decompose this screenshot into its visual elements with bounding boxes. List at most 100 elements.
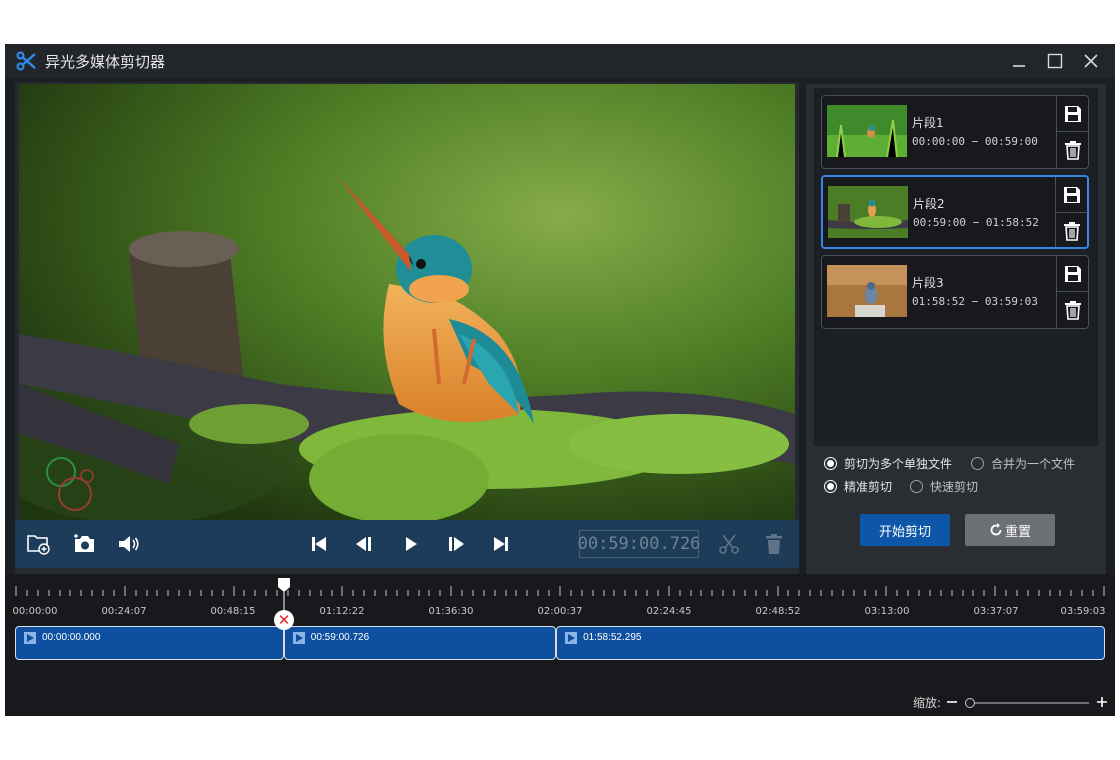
- skip-forward-icon: [494, 537, 508, 551]
- open-folder-button[interactable]: [25, 530, 53, 558]
- ruler-tick-label: 00:00:00: [12, 606, 58, 617]
- skip-back-icon: [312, 537, 326, 551]
- delete-clip-button[interactable]: [1057, 292, 1089, 328]
- add-folder-icon: [27, 535, 50, 555]
- plus-icon: [1097, 696, 1107, 707]
- ruler-tick-label: 01:12:22: [319, 606, 365, 617]
- current-time-display[interactable]: 00:59:00.726: [578, 530, 700, 558]
- timeline: 00:00:00 00:24:07 00:48:15 01:12:22 01:36:30…: [5, 574, 1115, 716]
- zoom-slider[interactable]: [965, 697, 1089, 708]
- save-clip-button[interactable]: [1056, 177, 1088, 213]
- minus-icon: [947, 700, 957, 703]
- save-clip-button[interactable]: [1057, 96, 1089, 132]
- refresh-icon: [990, 523, 1002, 536]
- output-merge-radio[interactable]: 合并为一个文件: [971, 455, 1075, 472]
- trash-icon: [1065, 141, 1081, 160]
- maximize-icon: [1047, 53, 1063, 69]
- step-back-icon: [356, 537, 371, 551]
- clip-range: 00:00:00 − 00:59:00: [912, 135, 1038, 148]
- timeline-ruler[interactable]: 00:00:00 00:24:07 00:48:15 01:12:22 01:36:30…: [12, 582, 1106, 622]
- title-bar: 异光多媒体剪切器: [5, 44, 1115, 78]
- kingfisher-video-image: [19, 84, 795, 520]
- play-button[interactable]: [397, 530, 425, 558]
- volume-button[interactable]: [115, 530, 143, 558]
- ruler-tick-label: 01:36:30: [428, 606, 474, 617]
- clip-thumbnail: [827, 265, 907, 317]
- delete-clip-button[interactable]: [1057, 132, 1089, 168]
- clip-actions: [1056, 256, 1089, 328]
- close-button[interactable]: [1073, 44, 1109, 78]
- timeline-segment[interactable]: 01:58:52.295: [556, 626, 1105, 660]
- skip-to-start-button[interactable]: [305, 530, 333, 558]
- zoom-slider-handle[interactable]: [965, 697, 975, 708]
- start-cut-button[interactable]: 开始剪切: [860, 514, 950, 546]
- output-merge-label: 合并为一个文件: [991, 457, 1076, 471]
- clip-thumbnail: [828, 186, 908, 238]
- timeline-segment[interactable]: 00:00:00.000: [15, 626, 284, 660]
- zoom-label: 缩放:: [912, 696, 941, 710]
- reset-button[interactable]: 重置: [965, 514, 1055, 546]
- clip-item[interactable]: 片段3 01:58:52 − 03:59:03: [821, 255, 1089, 329]
- snapshot-button[interactable]: [70, 530, 98, 558]
- delete-clip-button[interactable]: [1056, 213, 1088, 249]
- mode-fast-radio[interactable]: 快速剪切: [910, 478, 978, 495]
- zoom-control: 缩放:: [913, 694, 1107, 711]
- video-player: 00:59:00.726: [15, 82, 799, 612]
- clip-actions: [1055, 177, 1088, 249]
- video-frame[interactable]: [19, 84, 795, 520]
- clip-thumbnail: [827, 105, 907, 157]
- ruler-tick-label: 03:59:03: [1060, 606, 1106, 617]
- ruler-ticks: [15, 586, 1105, 596]
- segment-start-label: 00:59:00.726: [310, 632, 370, 643]
- zoom-out-button[interactable]: [947, 696, 957, 710]
- cut-button[interactable]: [715, 530, 743, 558]
- prev-frame-button[interactable]: [350, 530, 378, 558]
- segment-play-icon: [24, 632, 36, 644]
- clip-item[interactable]: 片段1 00:00:00 − 00:59:00: [821, 95, 1089, 169]
- skip-to-end-button[interactable]: [487, 530, 515, 558]
- save-clip-button[interactable]: [1057, 256, 1089, 292]
- segment-start-label: 01:58:52.295: [583, 632, 642, 643]
- minimize-icon: [1013, 65, 1025, 67]
- start-cut-label: 开始剪切: [878, 524, 931, 540]
- ruler-tick-label: 02:24:45: [646, 606, 692, 617]
- minimize-button[interactable]: [1001, 44, 1037, 78]
- radio-checked-icon: [824, 457, 837, 470]
- player-controls: 00:59:00.726: [15, 520, 799, 568]
- ruler-tick-label: 02:48:52: [755, 606, 801, 617]
- ruler-tick-label: 02:00:37: [537, 606, 583, 617]
- clip-name: 片段1: [912, 116, 944, 130]
- radio-checked-icon: [824, 480, 837, 493]
- camera-icon: [74, 534, 94, 552]
- clip-list: 片段1 00:00:00 − 00:59:00 片段2 00:59:00 − 0…: [814, 88, 1098, 446]
- ruler-tick-label: 03:37:07: [973, 606, 1019, 617]
- ruler-tick-label: 03:13:00: [864, 606, 910, 617]
- radio-unchecked-icon: [971, 457, 984, 470]
- close-icon: [1084, 54, 1098, 68]
- segment-play-icon: [565, 632, 578, 644]
- trash-icon: [1064, 222, 1080, 241]
- maximize-button[interactable]: [1037, 44, 1073, 78]
- clip-item-selected[interactable]: 片段2 00:59:00 − 01:58:52: [821, 175, 1089, 249]
- output-separate-radio[interactable]: 剪切为多个单独文件: [824, 455, 952, 472]
- play-icon: [406, 537, 417, 551]
- mode-precise-radio[interactable]: 精准剪切: [824, 478, 892, 495]
- clip-name: 片段3: [912, 276, 944, 290]
- save-icon: [1065, 265, 1081, 282]
- clip-name: 片段2: [913, 197, 945, 211]
- save-icon: [1064, 186, 1080, 203]
- app-window: 异光多媒体剪切器 00:59:00.726 片段1 00:00:00 − 00:…: [5, 44, 1115, 716]
- scissors-icon: [719, 534, 739, 554]
- step-forward-icon: [449, 537, 464, 551]
- trash-icon: [1065, 301, 1081, 320]
- clip-range: 00:59:00 − 01:58:52: [913, 216, 1039, 229]
- delete-button[interactable]: [760, 530, 788, 558]
- radio-unchecked-icon: [910, 480, 923, 493]
- timeline-segment[interactable]: 00:59:00.726: [283, 626, 557, 660]
- reset-label: 重置: [1004, 524, 1031, 540]
- mode-precise-label: 精准剪切: [844, 480, 893, 494]
- next-frame-button[interactable]: [442, 530, 470, 558]
- clip-thumbnail-image: [828, 186, 908, 238]
- zoom-in-button[interactable]: [1097, 696, 1107, 710]
- cut-marker-remove-button[interactable]: ✕: [274, 610, 294, 630]
